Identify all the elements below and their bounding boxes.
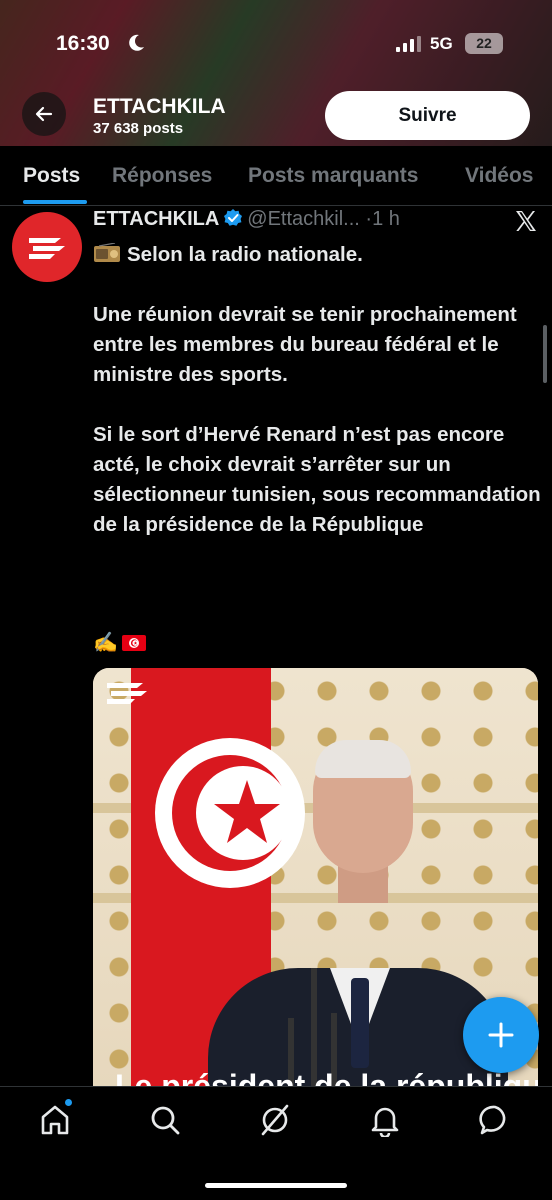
post-line-2: Une réunion devrait se tenir prochaineme…: [93, 303, 517, 386]
author-avatar[interactable]: [12, 212, 82, 282]
tunisia-flag-icon: [121, 634, 146, 651]
x-logo-icon: [516, 211, 536, 231]
compose-button[interactable]: [463, 997, 539, 1073]
writing-hand-emoji: ✍: [93, 632, 118, 654]
status-time: 16:30: [56, 32, 110, 55]
verified-badge-icon: [224, 209, 243, 226]
moon-icon: [129, 34, 144, 51]
person-tie: [351, 978, 369, 1068]
tab-videos[interactable]: Vidéos: [465, 164, 533, 188]
plus-icon: [488, 1022, 514, 1048]
scrollbar[interactable]: [543, 325, 547, 383]
status-bar: 16:30 5G 22: [0, 30, 552, 60]
tab-highlights[interactable]: Posts marquants: [248, 164, 418, 188]
home-icon[interactable]: [38, 1103, 72, 1137]
crescent-star-icon: [172, 755, 290, 871]
post-handle[interactable]: @Ettachkil...: [247, 208, 360, 230]
profile-tabs: Posts Réponses Posts marquants Vidéos: [0, 146, 552, 206]
home-indicator[interactable]: [205, 1183, 347, 1188]
ettachkila-watermark-icon: [107, 683, 147, 704]
bell-icon[interactable]: [368, 1103, 402, 1137]
post-line-3: Si le sort d’Hervé Renard n’est pas enco…: [93, 423, 541, 536]
profile-name: ETTACHKILA: [93, 95, 226, 118]
ettachkila-logo-icon: [29, 238, 65, 259]
person-hair: [315, 740, 411, 778]
follow-button[interactable]: Suivre: [325, 91, 530, 140]
post-header: ETTACHKILA @Ettachkil... ·1 h: [93, 208, 400, 231]
post-author[interactable]: ETTACHKILA: [93, 208, 219, 230]
signal-icon: [396, 36, 421, 52]
post-text: Selon la radio nationale. Une réunion de…: [93, 240, 545, 570]
network-type: 5G: [430, 34, 453, 53]
tab-replies[interactable]: Réponses: [112, 164, 212, 188]
post-count: 37 638 posts: [93, 120, 184, 137]
battery-indicator: 22: [465, 33, 503, 54]
grok-icon[interactable]: [258, 1103, 292, 1137]
post-line-1-text: Selon la radio nationale.: [127, 243, 363, 266]
arrow-left-icon: [35, 106, 53, 122]
messages-icon[interactable]: [478, 1103, 512, 1137]
active-tab-indicator: [23, 200, 87, 204]
tab-posts[interactable]: Posts: [23, 164, 80, 188]
back-button[interactable]: [22, 92, 66, 136]
post-emojis: ✍: [93, 630, 146, 655]
post-time: 1 h: [372, 208, 400, 230]
home-notification-dot: [65, 1099, 72, 1106]
search-icon[interactable]: [148, 1103, 182, 1137]
flag-emblem: [155, 738, 305, 888]
post-line-1: Selon la radio nationale.: [93, 240, 545, 270]
radio-icon: [94, 243, 120, 262]
